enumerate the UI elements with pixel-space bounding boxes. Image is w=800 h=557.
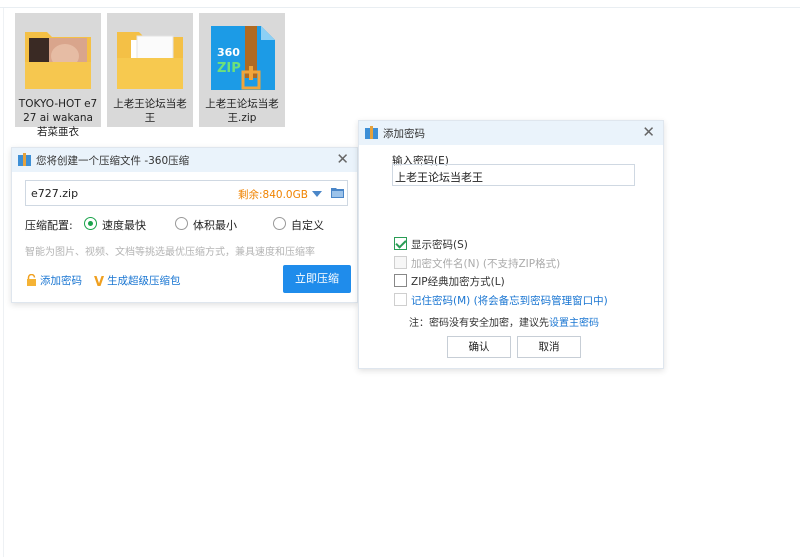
360zip-archive-icon: 360 ZIP bbox=[211, 26, 275, 90]
confirm-button[interactable]: 确认 bbox=[447, 336, 511, 358]
super-pack-link[interactable]: V 生成超级压缩包 bbox=[94, 273, 181, 290]
checkbox-label: 记住密码(M) (将会备忘到密码管理窗口中) bbox=[411, 295, 608, 307]
left-border bbox=[3, 8, 4, 557]
output-path-field[interactable]: e727.zip 剩余:840.0GB bbox=[25, 180, 348, 206]
radio-label: 自定义 bbox=[291, 219, 324, 232]
password-dialog-title: 添加密码 bbox=[383, 128, 425, 140]
browse-folder-icon[interactable] bbox=[331, 187, 344, 198]
compress-dialog-titlebar[interactable]: 您将创建一个压缩文件 -360压缩 ✕ bbox=[12, 148, 357, 172]
file-name: 上老王论坛当老王.zip bbox=[205, 98, 279, 124]
radio-dot bbox=[273, 217, 286, 230]
output-filename[interactable]: e727.zip bbox=[31, 187, 78, 200]
checkbox-label: 加密文件名(N) (不支持ZIP格式) bbox=[411, 258, 561, 270]
add-password-link[interactable]: 添加密码 bbox=[26, 273, 82, 289]
compress-dialog: 您将创建一个压缩文件 -360压缩 ✕ e727.zip 剩余:840.0GB … bbox=[11, 147, 358, 303]
password-dialog-titlebar[interactable]: 添加密码 ✕ bbox=[359, 121, 663, 145]
compress-config-label: 压缩配置: bbox=[25, 219, 73, 232]
checkbox-box bbox=[394, 237, 407, 250]
checkbox-label: ZIP经典加密方式(L) bbox=[411, 276, 505, 288]
radio-dot bbox=[84, 217, 97, 230]
add-password-label: 添加密码 bbox=[40, 275, 82, 287]
file-name: 上老王论坛当老王 bbox=[113, 98, 187, 124]
file-item-folder-photo[interactable]: TOKYO-HOT e727 ai wakana 若菜亜衣 bbox=[15, 13, 101, 138]
radio-smallest[interactable]: 体积最小 bbox=[175, 216, 255, 232]
set-master-password-link[interactable]: 设置主密码 bbox=[549, 318, 599, 329]
360zip-app-icon bbox=[365, 126, 378, 139]
radio-custom[interactable]: 自定义 bbox=[273, 216, 343, 232]
file-item-folder-docs[interactable]: 上老王论坛当老王 bbox=[107, 13, 193, 127]
add-password-dialog: 添加密码 ✕ 输入密码(E) 上老王论坛当老王 显示密码(S) 加密文件名(N)… bbox=[358, 120, 664, 369]
cancel-button[interactable]: 取消 bbox=[517, 336, 581, 358]
compress-dialog-title: 您将创建一个压缩文件 -360压缩 bbox=[36, 155, 190, 167]
radio-fastest[interactable]: 速度最快 bbox=[84, 216, 164, 232]
security-note: 注：密码没有安全加密，建议先设置主密码 bbox=[409, 314, 599, 329]
lock-icon bbox=[27, 274, 36, 286]
free-space-label: 剩余:840.0GB bbox=[238, 189, 308, 201]
chevron-down-icon[interactable] bbox=[312, 191, 322, 197]
radio-dot bbox=[175, 217, 188, 230]
svg-text:ZIP: ZIP bbox=[217, 61, 241, 76]
compress-now-button[interactable]: 立即压缩 bbox=[283, 265, 351, 293]
note-text: 注：密码没有安全加密，建议先 bbox=[409, 318, 549, 329]
close-icon[interactable]: ✕ bbox=[336, 151, 349, 167]
radio-label: 体积最小 bbox=[193, 219, 237, 232]
v-badge-icon: V bbox=[94, 275, 105, 290]
super-pack-label: 生成超级压缩包 bbox=[107, 275, 181, 287]
checkbox-box bbox=[394, 274, 407, 287]
top-border bbox=[0, 7, 800, 8]
checkbox-box bbox=[394, 293, 407, 306]
compress-config-row: 压缩配置: 速度最快 体积最小 自定义 bbox=[25, 216, 355, 232]
close-icon[interactable]: ✕ bbox=[642, 124, 655, 140]
compress-hint: 智能为图片、视频、文档等挑选最优压缩方式，兼具速度和压缩率 bbox=[25, 247, 315, 258]
svg-text:360: 360 bbox=[217, 46, 240, 59]
checkbox-box bbox=[394, 256, 407, 269]
password-input[interactable]: 上老王论坛当老王 bbox=[392, 164, 635, 186]
360zip-app-icon bbox=[18, 153, 31, 166]
checkbox-label: 显示密码(S) bbox=[411, 239, 468, 251]
folder-with-documents-icon bbox=[117, 32, 183, 89]
radio-label: 速度最快 bbox=[102, 219, 146, 232]
file-name: TOKYO-HOT e727 ai wakana 若菜亜衣 bbox=[18, 98, 98, 138]
folder-with-photo-icon bbox=[25, 32, 91, 89]
file-item-zip[interactable]: 360 ZIP 上老王论坛当老王.zip bbox=[199, 13, 285, 127]
